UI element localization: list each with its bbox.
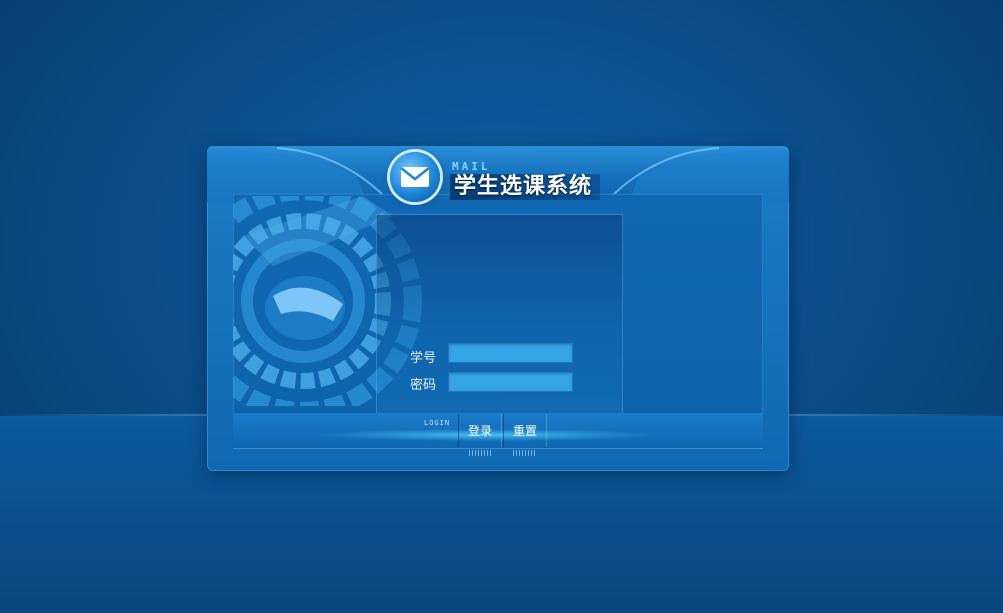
student-id-label: 学号 xyxy=(410,351,437,366)
login-tag: LOGIN xyxy=(424,419,451,427)
password-input[interactable] xyxy=(448,372,573,392)
reset-button[interactable]: 重置 xyxy=(503,414,547,447)
reset-button-ticks xyxy=(513,450,537,456)
login-button[interactable]: 登录 xyxy=(458,414,502,447)
mail-envelope-icon xyxy=(390,152,440,202)
login-button-ticks xyxy=(469,450,493,456)
password-label: 密码 xyxy=(410,378,437,393)
app-title-block: MAIL 学生选课系统 xyxy=(390,150,610,206)
student-id-input[interactable] xyxy=(448,343,573,363)
login-panel: MAIL 学生选课系统 学号 密码 LOGIN 登录 重置 xyxy=(207,146,789,471)
app-title: 学生选课系统 xyxy=(450,174,601,200)
mail-label: MAIL xyxy=(452,160,491,173)
